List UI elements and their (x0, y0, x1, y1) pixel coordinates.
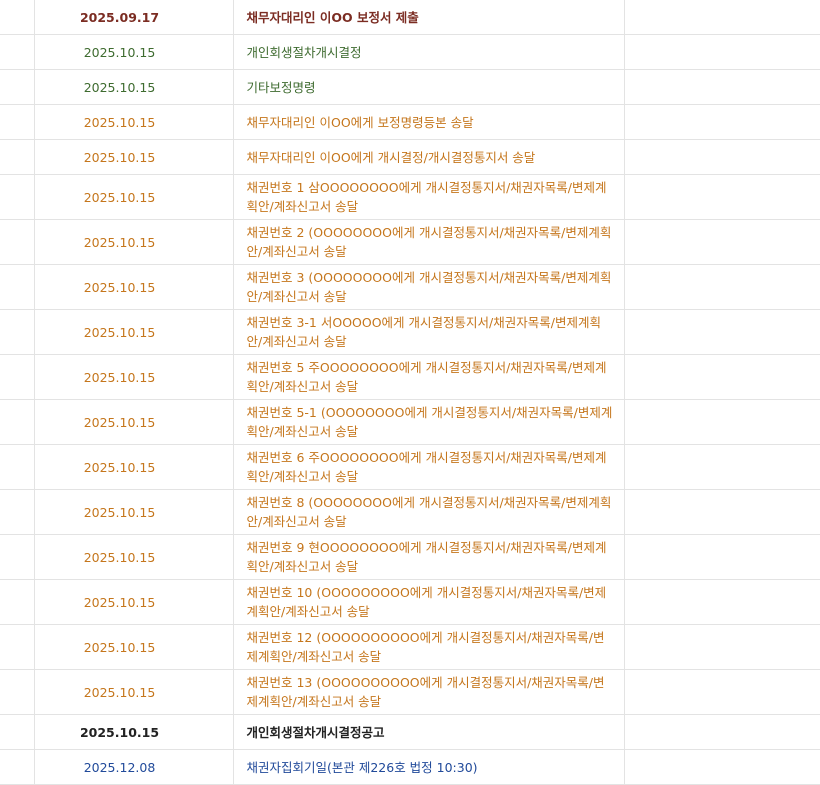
row-content: 채권번호 10 (OOOOOOOOO에게 개시결정통지서/채권자목록/변제계획안… (233, 579, 625, 625)
row-content: 채권번호 5-1 (OOOOOOOO에게 개시결정통지서/채권자목록/변제계획안… (233, 399, 625, 445)
row-date: 2025.10.15 (34, 399, 234, 445)
row-content: 기타보정명령 (233, 69, 625, 105)
row-date: 2025.10.15 (34, 534, 234, 580)
row-date: 2025.10.15 (34, 34, 234, 70)
table-row: 2025.10.15 채권번호 1 삼OOOOOOOO에게 개시결정통지서/채권자… (0, 174, 820, 220)
row-content: 채무자대리인 이OO에게 보정명령등본 송달 (233, 104, 625, 140)
row-result-cell (624, 534, 820, 580)
row-content: 채권번호 3 (OOOOOOOO에게 개시결정통지서/채권자목록/변제계획안/계… (233, 264, 625, 310)
row-date: 2025.10.15 (34, 264, 234, 310)
row-content: 개인회생절차개시결정 (233, 34, 625, 70)
row-date: 2025.10.15 (34, 174, 234, 220)
row-result-cell (624, 624, 820, 670)
row-spacer-cell (0, 399, 35, 445)
table-row: 2025.10.15 채권번호 9 현OOOOOOOO에게 개시결정통지서/채권자… (0, 534, 820, 580)
row-date: 2025.12.08 (34, 749, 234, 785)
table-row: 2025.10.15 채권번호 2 (OOOOOOOO에게 개시결정통지서/채권자… (0, 219, 820, 265)
table-row: 2025.10.15 채무자대리인 이OO에게 개시결정/개시결정통지서 송달 (0, 139, 820, 175)
row-result-cell (624, 444, 820, 490)
row-spacer-cell (0, 354, 35, 400)
row-result-cell (624, 0, 820, 35)
row-spacer-cell (0, 669, 35, 715)
row-result-cell (624, 139, 820, 175)
row-content: 채권번호 6 주OOOOOOOO에게 개시결정통지서/채권자목록/변제계획안/계… (233, 444, 625, 490)
row-spacer-cell (0, 139, 35, 175)
case-progress-table: 2025.09.17 채무자대리인 이OO 보정서 제출 2025.10.15 개인회… (0, 0, 820, 785)
row-result-cell (624, 69, 820, 105)
row-date: 2025.10.15 (34, 219, 234, 265)
row-spacer-cell (0, 0, 35, 35)
row-content: 채권번호 8 (OOOOOOOO에게 개시결정통지서/채권자목록/변제계획안/계… (233, 489, 625, 535)
row-date: 2025.10.15 (34, 489, 234, 535)
table-row: 2025.10.15 개인회생절차개시결정 (0, 34, 820, 70)
row-date: 2025.10.15 (34, 104, 234, 140)
row-content: 채무자대리인 이OO에게 개시결정/개시결정통지서 송달 (233, 139, 625, 175)
row-date: 2025.10.15 (34, 714, 234, 750)
row-spacer-cell (0, 69, 35, 105)
row-date: 2025.10.15 (34, 669, 234, 715)
row-content: 채권자집회기일(본관 제226호 법정 10:30) (233, 749, 625, 785)
row-result-cell (624, 399, 820, 445)
table-row: 2025.10.15 채권번호 8 (OOOOOOOO에게 개시결정통지서/채권자… (0, 489, 820, 535)
row-date: 2025.10.15 (34, 139, 234, 175)
table-row: 2025.10.15 채권번호 5 주OOOOOOOO에게 개시결정통지서/채권자… (0, 354, 820, 400)
row-spacer-cell (0, 749, 35, 785)
row-result-cell (624, 174, 820, 220)
row-content: 채권번호 2 (OOOOOOOO에게 개시결정통지서/채권자목록/변제계획안/계… (233, 219, 625, 265)
table-row: 2025.10.15 채권번호 3-1 서OOOOO에게 개시결정통지서/채권자목… (0, 309, 820, 355)
row-date: 2025.10.15 (34, 579, 234, 625)
row-date: 2025.10.15 (34, 624, 234, 670)
row-result-cell (624, 264, 820, 310)
row-spacer-cell (0, 34, 35, 70)
row-spacer-cell (0, 219, 35, 265)
row-content: 채권번호 3-1 서OOOOO에게 개시결정통지서/채권자목록/변제계획안/계좌… (233, 309, 625, 355)
row-date: 2025.10.15 (34, 309, 234, 355)
table-row: 2025.10.15 채권번호 13 (OOOOOOOOOO에게 개시결정통지서/… (0, 669, 820, 715)
row-result-cell (624, 309, 820, 355)
row-date: 2025.09.17 (34, 0, 234, 35)
row-result-cell (624, 749, 820, 785)
row-content: 채무자대리인 이OO 보정서 제출 (233, 0, 625, 35)
row-spacer-cell (0, 104, 35, 140)
table-row: 2025.10.15 기타보정명령 (0, 69, 820, 105)
row-spacer-cell (0, 714, 35, 750)
row-content: 채권번호 5 주OOOOOOOO에게 개시결정통지서/채권자목록/변제계획안/계… (233, 354, 625, 400)
table-row: 2025.12.08 채권자집회기일(본관 제226호 법정 10:30) (0, 749, 820, 785)
row-result-cell (624, 219, 820, 265)
row-result-cell (624, 669, 820, 715)
row-result-cell (624, 579, 820, 625)
table-row: 2025.10.15 채권번호 6 주OOOOOOOO에게 개시결정통지서/채권자… (0, 444, 820, 490)
row-content: 채권번호 1 삼OOOOOOOO에게 개시결정통지서/채권자목록/변제계획안/계… (233, 174, 625, 220)
table-row: 2025.10.15 채권번호 3 (OOOOOOOO에게 개시결정통지서/채권자… (0, 264, 820, 310)
table-row: 2025.10.15 채권번호 12 (OOOOOOOOOO에게 개시결정통지서/… (0, 624, 820, 670)
row-content: 채권번호 13 (OOOOOOOOOO에게 개시결정통지서/채권자목록/변제계획… (233, 669, 625, 715)
row-spacer-cell (0, 444, 35, 490)
row-date: 2025.10.15 (34, 69, 234, 105)
row-content: 채권번호 12 (OOOOOOOOOO에게 개시결정통지서/채권자목록/변제계획… (233, 624, 625, 670)
row-content: 개인회생절차개시결정공고 (233, 714, 625, 750)
table-row: 2025.10.15 채권번호 10 (OOOOOOOOO에게 개시결정통지서/채… (0, 579, 820, 625)
case-progress-rows: 2025.09.17 채무자대리인 이OO 보정서 제출 2025.10.15 개인회… (0, 0, 820, 785)
row-result-cell (624, 354, 820, 400)
row-spacer-cell (0, 489, 35, 535)
table-row: 2025.09.17 채무자대리인 이OO 보정서 제출 (0, 0, 820, 35)
row-spacer-cell (0, 309, 35, 355)
row-date: 2025.10.15 (34, 444, 234, 490)
row-result-cell (624, 104, 820, 140)
table-row: 2025.10.15 채권번호 5-1 (OOOOOOOO에게 개시결정통지서/채… (0, 399, 820, 445)
row-result-cell (624, 714, 820, 750)
row-spacer-cell (0, 174, 35, 220)
row-content: 채권번호 9 현OOOOOOOO에게 개시결정통지서/채권자목록/변제계획안/계… (233, 534, 625, 580)
table-row: 2025.10.15 채무자대리인 이OO에게 보정명령등본 송달 (0, 104, 820, 140)
row-date: 2025.10.15 (34, 354, 234, 400)
row-result-cell (624, 489, 820, 535)
row-spacer-cell (0, 534, 35, 580)
row-spacer-cell (0, 579, 35, 625)
row-spacer-cell (0, 264, 35, 310)
row-spacer-cell (0, 624, 35, 670)
table-row: 2025.10.15 개인회생절차개시결정공고 (0, 714, 820, 750)
row-result-cell (624, 34, 820, 70)
